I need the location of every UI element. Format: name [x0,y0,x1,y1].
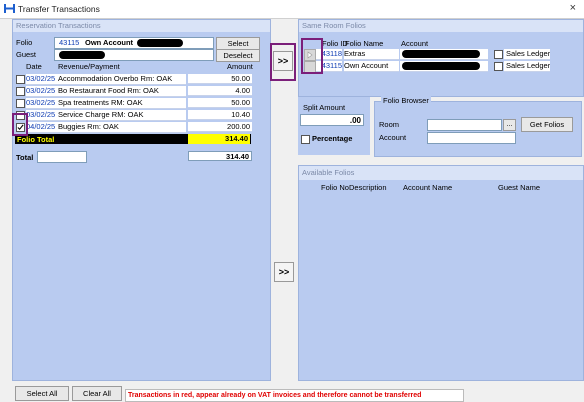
row-amount: 50.00 [188,74,252,84]
col-date: Date [26,62,42,71]
folio-name[interactable]: Extras [344,49,399,60]
folio-account[interactable] [400,49,488,60]
reservation-transactions-panel: Reservation Transactions Folio 43115 Own… [12,19,271,381]
split-amount-panel: Split Amount .00 Percentage [298,97,370,155]
transfer-icon [4,4,15,13]
folio-label: Folio [16,38,33,47]
highlight-folio-select [301,38,323,74]
col-folio-id: Folio ID [322,39,348,48]
total-label: Total [16,153,34,162]
redacted-name [137,39,183,47]
redacted-account [402,50,480,58]
folio-account[interactable] [400,61,488,72]
folio-name: Own Account [85,38,134,47]
row-date: 03/02/25 [26,98,58,109]
row-description[interactable]: Buggies Rm: OAK [58,122,186,133]
redacted-account [402,62,480,70]
row-description[interactable]: Service Charge RM: OAK [58,110,186,121]
clear-all-button[interactable]: Clear All [72,386,122,401]
deselect-button[interactable]: Deselect [216,49,260,62]
redacted-guest [59,51,105,59]
close-icon[interactable]: × [570,2,576,14]
title-bar: Transfer Transactions × [0,0,584,19]
panel-header: Available Folios [299,166,583,180]
row-checkbox[interactable] [16,99,25,108]
same-room-folios-panel: Same Room Folios Folio ID Folio Name Acc… [298,19,584,97]
split-amount-label: Split Amount [303,103,346,112]
ellipsis-button[interactable]: ... [503,119,516,131]
row-checkbox[interactable] [16,87,25,96]
transfer-button[interactable]: >> [273,51,293,71]
room-label: Room [379,120,400,129]
transactions-empty-area [15,165,265,377]
room-input[interactable] [427,119,502,131]
row-description[interactable]: Accommodation Overbo Rm: OAK [58,74,186,85]
folio-field[interactable]: 43115 Own Account [54,37,214,49]
transfer-button-secondary[interactable]: >> [274,262,294,282]
account-input[interactable] [427,132,516,144]
col-account-name: Account Name [403,183,453,192]
row-date: 03/02/25 [26,110,58,121]
folio-browser-panel: Folio Browser Room ... Get Folios Accoun… [374,96,582,157]
row-amount: 10.40 [188,110,252,120]
col-description: Description [349,183,387,192]
row-checkbox[interactable] [16,75,25,84]
account-label: Account [379,133,407,142]
col-revenue: Revenue/Payment [58,62,120,71]
folio-number: 43115 [59,38,80,47]
warning-message: Transactions in red, appear already on V… [125,389,464,402]
sales-ledger-checkbox[interactable] [494,50,503,59]
window-title: Transfer Transactions [18,4,100,14]
guest-label: Guest [16,50,37,59]
percentage-label: Percentage [312,134,353,143]
sales-ledger-checkbox[interactable] [494,62,503,71]
sales-ledger-label: Sales Ledger [504,49,550,60]
total-value: 314.40 [188,151,252,161]
row-date: 04/02/25 [26,122,58,133]
percentage-checkbox[interactable] [301,135,310,144]
select-all-button[interactable]: Select All [15,386,69,401]
col-folio-name: Folio Name [345,39,384,48]
row-description[interactable]: Bo Restaurant Food Rm: OAK [58,86,186,97]
row-description[interactable]: Spa treatments RM: OAK [58,98,186,109]
row-date: 03/02/25 [26,86,58,97]
folio-name[interactable]: Own Account [344,61,399,72]
row-date: 03/02/25 [26,74,58,85]
col-folio-no: Folio No [321,183,349,192]
panel-header: Same Room Folios [299,20,583,32]
col-amount: Amount [227,62,253,71]
col-guest-name: Guest Name [498,183,541,192]
folio-browser-label: Folio Browser [381,96,431,105]
get-folios-button[interactable]: Get Folios [521,117,573,132]
row-amount: 4.00 [188,86,252,96]
row-amount: 50.00 [188,98,252,108]
row-amount: 200.00 [188,122,252,132]
folio-total-value: 314.40 [188,134,250,144]
total-field-blank [37,151,87,163]
folio-total-label: Folio Total [17,135,55,144]
panel-header: Reservation Transactions [13,20,270,32]
split-amount-input[interactable]: .00 [300,114,364,126]
col-account: Account [401,39,429,48]
sales-ledger-label: Sales Ledger [504,61,550,72]
guest-field[interactable] [54,49,214,61]
available-folios-panel: Available Folios Folio No Description Ac… [298,165,584,381]
highlight-checkbox [12,113,28,136]
